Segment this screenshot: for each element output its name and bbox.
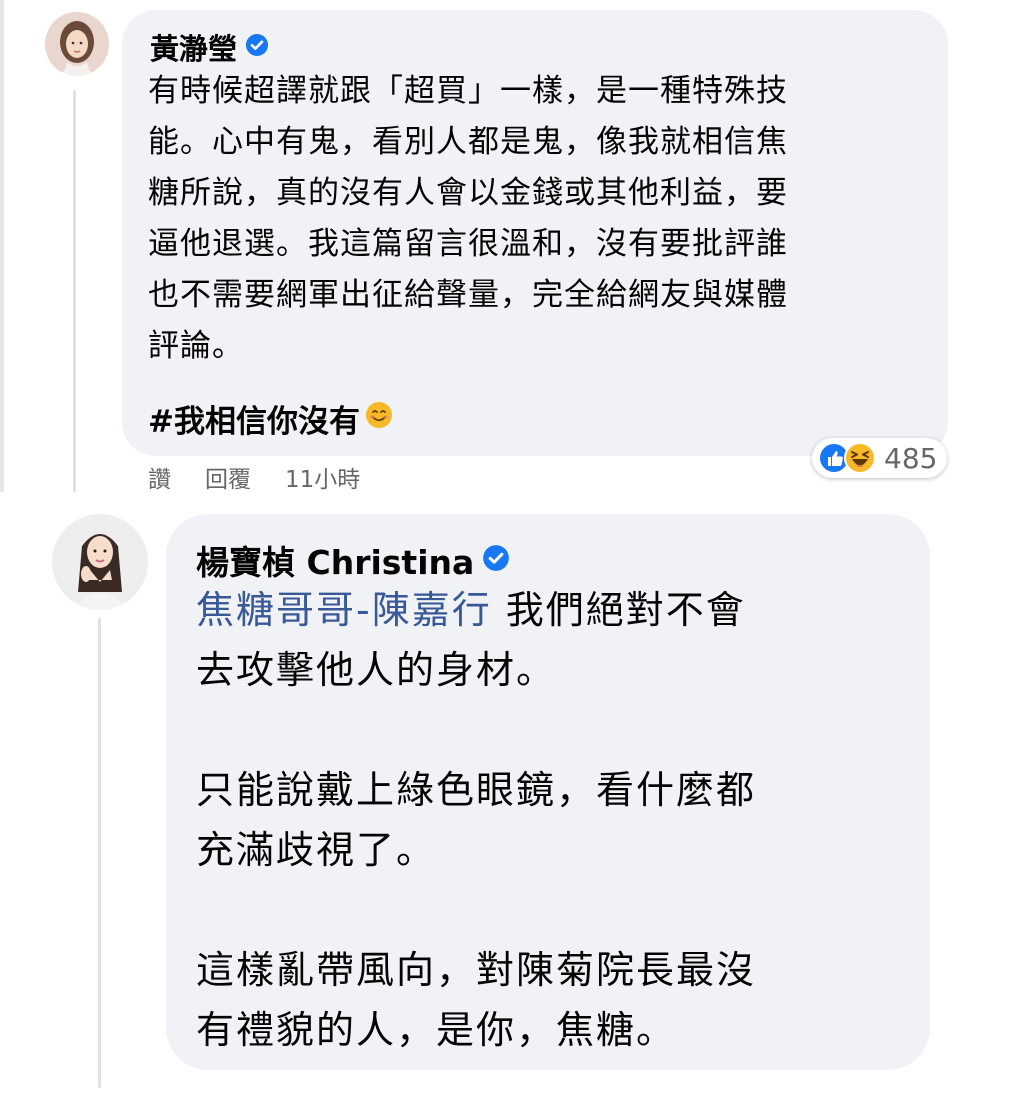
left-border bbox=[0, 0, 4, 492]
comment-line: 評論。 bbox=[148, 328, 244, 364]
comment-line: 只能說戴上綠色眼鏡，看什麼都 bbox=[196, 768, 757, 812]
author-name-text[interactable]: 楊寶楨 Christina bbox=[196, 536, 474, 584]
hashtag-link[interactable]: #我相信你沒有 bbox=[148, 396, 360, 441]
comment-line: 逼他退選。我這篇留言很溫和，沒有要批評誰 bbox=[148, 226, 788, 262]
mention-link[interactable]: 焦糖哥哥-陳嘉行 bbox=[196, 588, 492, 632]
comment-line: 糖所說，真的沒有人會以金錢或其他利益，要 bbox=[148, 175, 788, 211]
author-name[interactable]: 楊寶楨 Christina bbox=[196, 536, 510, 584]
comment-line: 焦糖哥哥-陳嘉行 我們絕對不會 bbox=[196, 580, 756, 640]
timestamp[interactable]: 11小時 bbox=[285, 460, 360, 494]
comment-line: 能。心中有鬼，看別人都是鬼，像我就相信焦 bbox=[148, 124, 788, 160]
comment-bubble: 黃瀞瑩 有時候超譯就跟「超買」一樣，是一種特殊技 能。心中有鬼，看別人都是鬼，像… bbox=[122, 10, 948, 456]
comment-bubble: 楊寶楨 Christina 焦糖哥哥-陳嘉行 我們絕對不會 去攻擊他人的身材。 … bbox=[166, 514, 930, 1070]
comment-line: 也不需要網軍出征給聲量，完全給網友與媒體 bbox=[148, 277, 788, 313]
comment-actions: 讚 回覆 11小時 bbox=[148, 460, 394, 494]
smiling-face-icon bbox=[364, 400, 394, 438]
comment-panel-2: 楊寶楨 Christina 焦糖哥哥-陳嘉行 我們絕對不會 去攻擊他人的身材。 … bbox=[0, 492, 1024, 1101]
avatar[interactable] bbox=[52, 514, 148, 610]
comment-line: 有時候超譯就跟「超買」一樣，是一種特殊技 bbox=[148, 73, 788, 109]
comment-text: 我們絕對不會 bbox=[491, 588, 746, 632]
comment-line: 充滿歧視了。 bbox=[196, 828, 437, 872]
verified-badge-icon bbox=[482, 541, 510, 580]
avatar-image bbox=[52, 514, 148, 610]
thread-line bbox=[98, 618, 101, 1088]
author-name-text[interactable]: 黃瀞瑩 bbox=[150, 26, 237, 68]
comment-line: 這樣亂帶風向，對陳菊院長最沒 bbox=[196, 948, 757, 992]
comment-line: 有禮貌的人，是你，焦糖。 bbox=[196, 1008, 677, 1052]
reply-link[interactable]: 回覆 bbox=[205, 460, 251, 494]
verified-badge-icon bbox=[245, 30, 269, 64]
hashtag-row: #我相信你沒有 bbox=[148, 396, 394, 441]
haha-reaction-icon bbox=[844, 442, 876, 474]
comment-body: 有時候超譯就跟「超買」一樣，是一種特殊技 能。心中有鬼，看別人都是鬼，像我就相信… bbox=[148, 66, 788, 372]
thread-line bbox=[73, 90, 76, 492]
reactions-summary[interactable]: 485 bbox=[812, 438, 948, 478]
avatar[interactable] bbox=[45, 12, 109, 76]
like-link[interactable]: 讚 bbox=[148, 460, 171, 494]
author-name[interactable]: 黃瀞瑩 bbox=[150, 26, 269, 68]
comment-line: 去攻擊他人的身材。 bbox=[196, 648, 557, 692]
comment-panel-1: 黃瀞瑩 有時候超譯就跟「超買」一樣，是一種特殊技 能。心中有鬼，看別人都是鬼，像… bbox=[0, 0, 1024, 494]
avatar-image bbox=[45, 12, 109, 76]
comment-body: 焦糖哥哥-陳嘉行 我們絕對不會 去攻擊他人的身材。 只能說戴上綠色眼鏡，看什麼都… bbox=[196, 580, 756, 1060]
reaction-count: 485 bbox=[884, 441, 938, 475]
